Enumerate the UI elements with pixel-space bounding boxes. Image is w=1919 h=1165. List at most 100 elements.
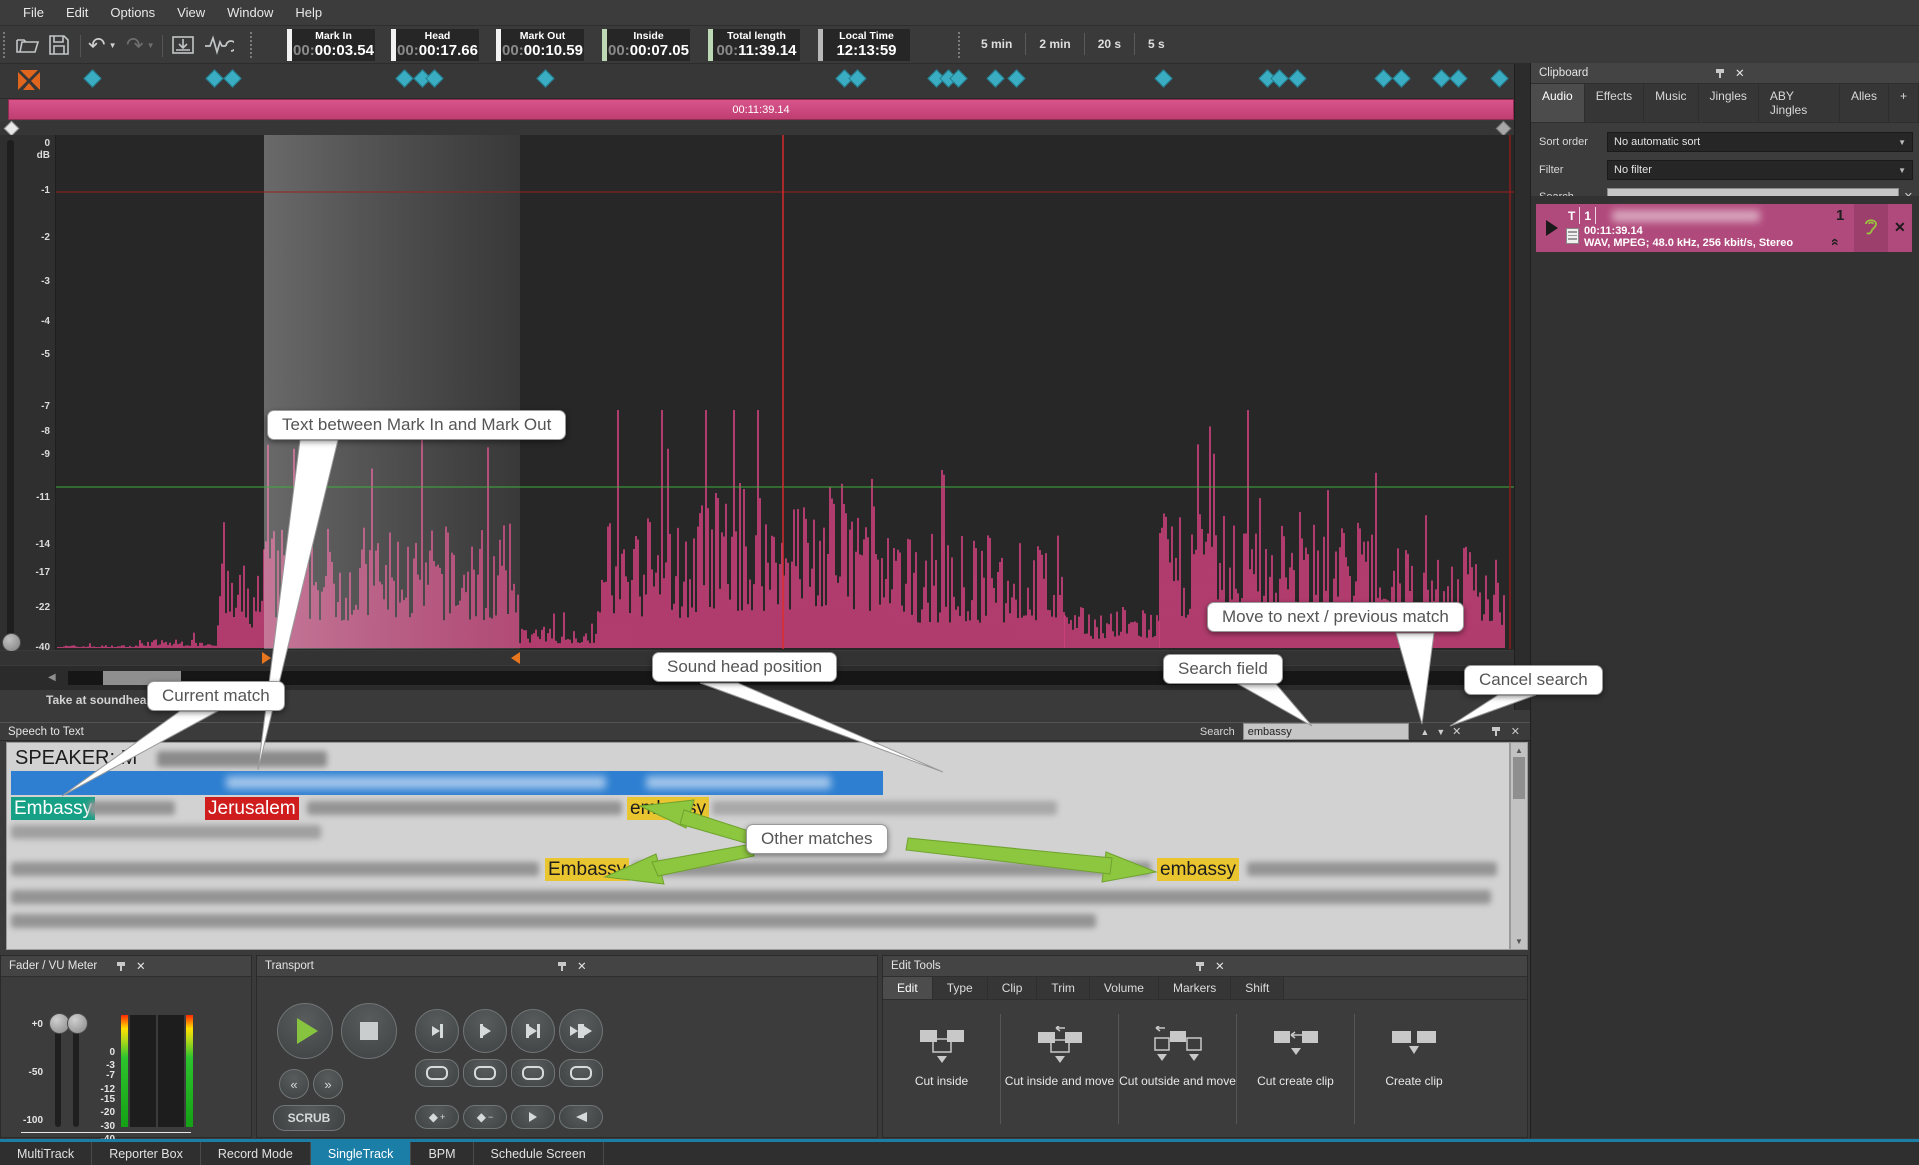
timeline-marker-diamond-icon[interactable] xyxy=(1007,69,1025,87)
timeline-origin-marker-icon[interactable] xyxy=(16,68,42,94)
menu-item[interactable]: Options xyxy=(99,3,166,22)
sort-order-dropdown[interactable]: No automatic sort ▼ xyxy=(1607,132,1913,152)
taskbar-item[interactable]: Schedule Screen xyxy=(474,1142,604,1165)
scrub-button[interactable]: SCRUB xyxy=(273,1105,345,1131)
vertical-zoom-knob[interactable] xyxy=(2,633,21,652)
loop-button-2[interactable] xyxy=(463,1059,507,1087)
toolbar-grip[interactable] xyxy=(3,32,8,58)
previous-marker-button[interactable] xyxy=(559,1105,603,1129)
fader-track-right[interactable] xyxy=(73,1022,79,1127)
tool-cut-inside-and-move[interactable]: Cut inside and move xyxy=(1001,1014,1119,1124)
menu-item[interactable]: File xyxy=(12,3,55,22)
timeline-marker-diamond-icon[interactable] xyxy=(1449,69,1467,87)
collapse-chevrons-icon[interactable]: « xyxy=(1828,238,1844,246)
range-end-diamond-icon[interactable] xyxy=(1496,121,1512,137)
entry-play-icon[interactable] xyxy=(1546,220,1558,236)
zoom-preset-button[interactable]: 2 min xyxy=(1026,33,1084,55)
other-match-word[interactable]: embassy xyxy=(1157,858,1239,881)
taskbar-item[interactable]: BPM xyxy=(411,1142,473,1165)
timeline-marker-diamond-icon[interactable] xyxy=(395,69,413,87)
timeline-marker-diamond-icon[interactable] xyxy=(1374,69,1392,87)
previous-match-button[interactable]: ▲ xyxy=(1417,727,1433,737)
mark-out-triangle-icon[interactable] xyxy=(511,652,520,664)
close-icon[interactable]: ✕ xyxy=(1511,725,1520,738)
pin-icon[interactable] xyxy=(1195,961,1205,972)
vertical-scrollbar[interactable] xyxy=(1514,64,1531,710)
edit-tools-tab[interactable]: Edit xyxy=(883,977,933,999)
taskbar-item[interactable]: Reporter Box xyxy=(92,1142,201,1165)
pin-icon[interactable] xyxy=(116,961,126,972)
rewind-button[interactable]: « xyxy=(279,1069,309,1099)
filter-dropdown[interactable]: No filter ▼ xyxy=(1607,160,1913,180)
tool-cut-outside-and-move[interactable]: Cut outside and move xyxy=(1119,1014,1237,1124)
edit-tools-tab[interactable]: Shift xyxy=(1231,977,1284,999)
other-match-word[interactable]: embassy xyxy=(627,797,709,820)
audio-signal-icon[interactable] xyxy=(204,30,234,60)
edit-tools-tab[interactable]: Trim xyxy=(1037,977,1090,999)
timeline-marker-diamond-icon[interactable] xyxy=(425,69,443,87)
zoom-preset-button[interactable]: 20 s xyxy=(1085,33,1135,55)
timeline-marker-diamond-icon[interactable] xyxy=(1392,69,1410,87)
pin-icon[interactable] xyxy=(557,961,567,972)
edit-tools-tab[interactable]: Clip xyxy=(988,977,1038,999)
timeline-marker-diamond-icon[interactable] xyxy=(1432,69,1450,87)
tool-create-clip[interactable]: Create clip xyxy=(1355,1014,1473,1124)
timeline-marker-diamond-icon[interactable] xyxy=(1288,69,1306,87)
pin-icon[interactable] xyxy=(1715,68,1725,79)
clipboard-tab[interactable]: ABY Jingles xyxy=(1759,84,1840,122)
current-sentence-row[interactable] xyxy=(11,771,883,795)
menu-item[interactable]: View xyxy=(166,3,216,22)
close-icon[interactable]: ✕ xyxy=(136,959,243,973)
replaced-word[interactable]: Jerusalem xyxy=(205,797,299,820)
timeline-marker-diamond-icon[interactable] xyxy=(83,69,101,87)
timeline-marker-diamond-icon[interactable] xyxy=(986,69,1004,87)
timeline-marker-diamond-icon[interactable] xyxy=(1490,69,1508,87)
import-audio-icon[interactable] xyxy=(170,30,196,60)
loop-button-4[interactable] xyxy=(559,1059,603,1087)
timeline-marker-diamond-icon[interactable] xyxy=(848,69,866,87)
forward-button[interactable]: » xyxy=(313,1069,343,1099)
waveform-area[interactable] xyxy=(0,135,1514,650)
timeline-position-bar[interactable]: 00:11:39.14 xyxy=(8,99,1514,120)
redo-icon[interactable]: ↷▼ xyxy=(126,30,155,60)
timeline-marker-diamond-icon[interactable] xyxy=(1270,69,1288,87)
clipboard-tab[interactable]: Jingles xyxy=(1699,84,1759,122)
open-icon[interactable] xyxy=(14,30,40,60)
play-to-mark-button[interactable] xyxy=(415,1009,459,1053)
cancel-search-button[interactable]: ✕ xyxy=(1449,725,1465,738)
vertical-zoom-slider[interactable] xyxy=(7,140,14,645)
clipboard-entry[interactable]: T 1 1 ✕ 00:11:39.14 WAV, MPEG; 48.0 kHz,… xyxy=(1536,204,1912,252)
close-icon[interactable]: ✕ xyxy=(577,959,869,973)
taskbar-item[interactable]: MultiTrack xyxy=(0,1142,92,1165)
add-marker-button[interactable]: ◆+ xyxy=(415,1105,459,1129)
edit-tools-tab[interactable]: Type xyxy=(933,977,988,999)
taskbar-item[interactable]: Record Mode xyxy=(201,1142,311,1165)
play-around-button[interactable] xyxy=(559,1009,603,1053)
next-match-button[interactable]: ▼ xyxy=(1433,727,1449,737)
remove-marker-button[interactable]: ◆− xyxy=(463,1105,507,1129)
scrollbar-thumb[interactable] xyxy=(1513,757,1525,799)
clipboard-tab[interactable]: Music xyxy=(1644,84,1698,122)
close-icon[interactable]: ✕ xyxy=(1215,959,1519,973)
play-button[interactable] xyxy=(277,1003,333,1059)
speech-search-input[interactable] xyxy=(1243,723,1409,740)
toolbar-grip[interactable] xyxy=(250,32,255,58)
mark-in-triangle-icon[interactable] xyxy=(262,652,271,664)
scroll-left-arrow-icon[interactable]: ◀ xyxy=(48,672,56,683)
timeline-marker-diamond-icon[interactable] xyxy=(1154,69,1172,87)
loop-button-1[interactable] xyxy=(415,1059,459,1087)
clipboard-tab[interactable]: Audio xyxy=(1531,84,1585,122)
zoom-preset-button[interactable]: 5 min xyxy=(968,33,1026,55)
speech-scrollbar[interactable]: ▲ ▼ xyxy=(1510,742,1528,950)
waveform[interactable] xyxy=(0,135,1514,650)
pin-icon[interactable] xyxy=(1491,726,1501,737)
clipboard-tab[interactable]: + xyxy=(1889,84,1919,122)
toolbar-grip[interactable] xyxy=(958,32,963,58)
menu-item[interactable]: Help xyxy=(284,3,333,22)
timeline-marker-diamond-icon[interactable] xyxy=(205,69,223,87)
loop-button-3[interactable] xyxy=(511,1059,555,1087)
menu-item[interactable]: Edit xyxy=(55,3,99,22)
clipboard-tab[interactable]: Effects xyxy=(1585,84,1644,122)
play-between-marks-button[interactable] xyxy=(511,1009,555,1053)
taskbar-item[interactable]: SingleTrack xyxy=(311,1142,412,1165)
